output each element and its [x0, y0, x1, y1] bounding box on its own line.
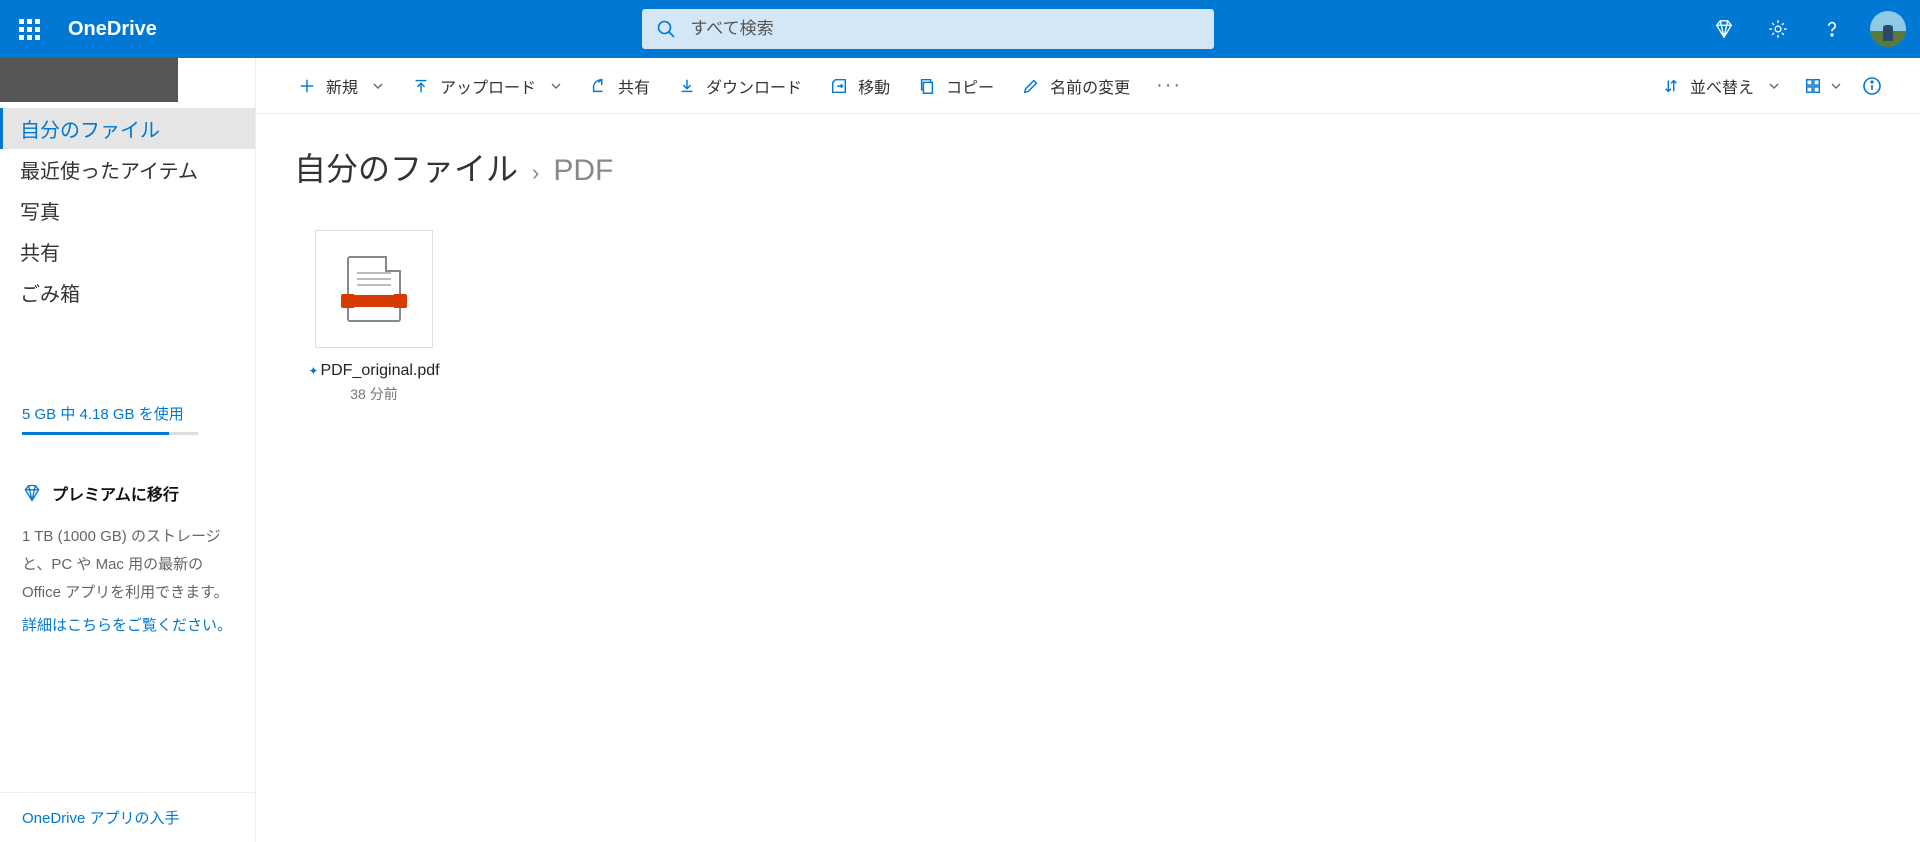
storage-progress: [22, 432, 198, 435]
info-button[interactable]: [1852, 76, 1892, 96]
move-icon: [830, 77, 848, 95]
breadcrumb-current: PDF: [553, 154, 613, 188]
rename-button[interactable]: 名前の変更: [1008, 58, 1144, 114]
copy-button[interactable]: コピー: [904, 58, 1008, 114]
get-app-link[interactable]: OneDrive アプリの入手: [22, 807, 233, 828]
plus-icon: [298, 77, 316, 95]
file-grid: ✦ PDF_original.pdf 38 分前: [256, 200, 1920, 434]
breadcrumb-root[interactable]: 自分のファイル: [294, 144, 518, 190]
file-thumbnail: [315, 230, 433, 348]
upload-icon: [412, 77, 430, 95]
premium-description: 1 TB (1000 GB) のストレージと、PC や Mac 用の最新の Of…: [22, 523, 233, 606]
share-icon: [590, 77, 608, 95]
sort-button[interactable]: 並べ替え: [1648, 58, 1794, 114]
sidebar: 自分のファイル 最近使ったアイテム 写真 共有 ごみ箱 5 GB 中 4.18 …: [0, 58, 256, 842]
breadcrumb: 自分のファイル › PDF: [256, 114, 1920, 200]
copy-label: コピー: [946, 74, 994, 98]
grid-view-icon: [1804, 77, 1822, 95]
copy-icon: [918, 77, 936, 95]
new-label: 新規: [326, 74, 358, 98]
sort-label: 並べ替え: [1690, 74, 1754, 98]
app-header: OneDrive: [0, 0, 1920, 58]
command-bar: 新規 アップロード 共有 ダウンロード 移動 コピー: [256, 58, 1920, 114]
nav-recent[interactable]: 最近使ったアイテム: [0, 149, 255, 190]
storage-usage-link[interactable]: 5 GB 中 4.18 GB を使用: [22, 403, 233, 424]
more-actions-button[interactable]: ···: [1144, 74, 1194, 97]
new-indicator-icon: ✦: [308, 364, 318, 378]
rename-label: 名前の変更: [1050, 74, 1130, 98]
settings-button[interactable]: [1754, 0, 1802, 58]
download-button[interactable]: ダウンロード: [664, 58, 816, 114]
nav-photos[interactable]: 写真: [0, 190, 255, 231]
file-name: PDF_original.pdf: [320, 362, 439, 380]
chevron-down-icon: [550, 80, 562, 92]
move-label: 移動: [858, 74, 890, 98]
diamond-icon: [22, 483, 42, 503]
edit-icon: [1022, 77, 1040, 95]
user-avatar[interactable]: [1870, 11, 1906, 47]
app-launcher-button[interactable]: [0, 0, 58, 58]
diamond-icon: [1713, 18, 1735, 40]
chevron-down-icon: [1830, 80, 1842, 92]
upload-label: アップロード: [440, 74, 536, 98]
header-actions: [1700, 0, 1906, 58]
search-input[interactable]: [642, 9, 1214, 49]
sort-icon: [1662, 77, 1680, 95]
main-content: 新規 アップロード 共有 ダウンロード 移動 コピー: [256, 58, 1920, 842]
nav-my-files[interactable]: 自分のファイル: [0, 108, 255, 149]
file-timestamp: 38 分前: [294, 384, 454, 404]
move-button[interactable]: 移動: [816, 58, 904, 114]
pdf-file-icon: [347, 256, 401, 322]
upload-button[interactable]: アップロード: [398, 58, 576, 114]
sidebar-nav: 自分のファイル 最近使ったアイテム 写真 共有 ごみ箱: [0, 102, 255, 313]
toolbar-right: 並べ替え: [1648, 58, 1892, 114]
nav-trash[interactable]: ごみ箱: [0, 272, 255, 313]
view-mode-button[interactable]: [1794, 58, 1852, 114]
premium-title: プレミアムに移行: [22, 481, 233, 505]
premium-icon-button[interactable]: [1700, 0, 1748, 58]
share-label: 共有: [618, 74, 650, 98]
premium-upsell: プレミアムに移行 1 TB (1000 GB) のストレージと、PC や Mac…: [22, 481, 233, 635]
nav-shared[interactable]: 共有: [0, 231, 255, 272]
sidebar-footer: OneDrive アプリの入手: [0, 792, 255, 842]
brand-title[interactable]: OneDrive: [68, 18, 157, 41]
download-label: ダウンロード: [706, 74, 802, 98]
gear-icon: [1767, 18, 1789, 40]
search-icon: [656, 19, 676, 39]
search-container: [642, 9, 1214, 49]
file-item[interactable]: ✦ PDF_original.pdf 38 分前: [294, 230, 454, 404]
help-icon: [1821, 18, 1843, 40]
premium-title-text: プレミアムに移行: [52, 481, 179, 505]
waffle-icon: [19, 19, 40, 40]
share-button[interactable]: 共有: [576, 58, 664, 114]
new-button[interactable]: 新規: [284, 58, 398, 114]
chevron-down-icon: [372, 80, 384, 92]
account-name-redacted: [0, 58, 178, 102]
chevron-right-icon: ›: [532, 160, 539, 186]
chevron-down-icon: [1768, 80, 1780, 92]
storage-progress-fill: [22, 432, 169, 435]
help-button[interactable]: [1808, 0, 1856, 58]
download-icon: [678, 77, 696, 95]
file-name-row: ✦ PDF_original.pdf: [294, 362, 454, 380]
premium-learn-more-link[interactable]: 詳細はこちらをご覧ください。: [22, 614, 233, 635]
info-icon: [1862, 76, 1882, 96]
